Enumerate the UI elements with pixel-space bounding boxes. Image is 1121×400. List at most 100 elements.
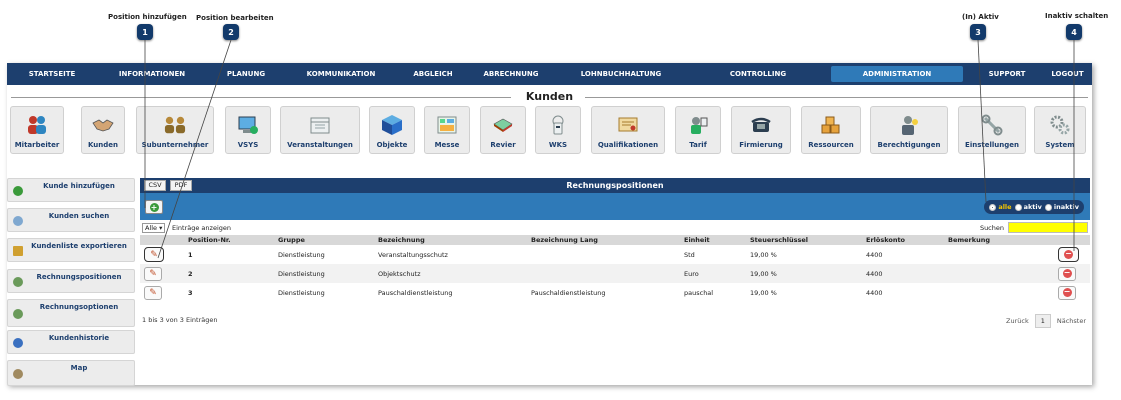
divider — [585, 97, 1088, 98]
list-icon — [13, 277, 23, 287]
callout-badge-3: 3 — [970, 24, 986, 40]
edit-button[interactable]: ✎ — [144, 247, 164, 262]
nav-logout[interactable]: LOGOUT — [1045, 63, 1090, 85]
column-header[interactable]: Bezeichnung — [374, 235, 527, 245]
table-info: 1 bis 3 von 3 Einträgen — [142, 316, 218, 324]
tile-wks[interactable]: WKS — [535, 106, 581, 154]
add-position-button[interactable]: + — [145, 200, 163, 214]
sidebar-item-kunde-hinzufuegen[interactable]: Kunde hinzufügen — [7, 178, 135, 202]
sidebar-item-map[interactable]: Map — [7, 360, 135, 386]
tile-label: Subunternehmer — [141, 141, 209, 149]
cube-icon — [381, 114, 403, 136]
pagination: Zurück 1 Nächster — [1006, 314, 1086, 328]
cell-bezeichnung: Pauschaldienstleistung — [378, 288, 453, 297]
tile-subunternehmer[interactable]: Subunternehmer — [136, 106, 214, 154]
tile-ressourcen[interactable]: Ressourcen — [801, 106, 861, 154]
nav-kommunikation[interactable]: KOMMUNIKATION — [285, 63, 397, 85]
cell-einheit: Std — [684, 250, 695, 259]
tile-label: Kunden — [87, 141, 118, 149]
tile-label: WKS — [548, 141, 568, 149]
tile-system[interactable]: System — [1034, 106, 1086, 154]
edit-cell: ✎ — [140, 283, 184, 302]
sidebar-item-rechnungspositionen[interactable]: Rechnungspositionen — [7, 269, 135, 293]
sidebar-item-label: Kunden suchen — [48, 212, 110, 220]
tile-kunden[interactable]: Kunden — [81, 106, 125, 154]
tile-qualifikationen[interactable]: Qualifikationen — [591, 106, 665, 154]
tile-mitarbeiter[interactable]: Mitarbeiter — [10, 106, 64, 154]
table-controls: Alle ▾ Einträge anzeigen Suchen — [140, 222, 1090, 234]
positions-table: Position-Nr. Gruppe Bezeichnung Bezeichn… — [140, 235, 1090, 302]
deactivate-button[interactable]: − — [1058, 247, 1079, 262]
nav-informationen[interactable]: INFORMATIONEN — [97, 63, 207, 85]
cell-nr: 3 — [188, 288, 193, 297]
tile-revier[interactable]: Revier — [480, 106, 526, 154]
table-row: ✎ 1 Dienstleistung Veranstaltungsschutz … — [140, 245, 1090, 264]
panel-header: CSV PDF Rechnungspositionen — [140, 178, 1090, 193]
cell-einheit: pauschal — [684, 288, 714, 297]
next-page-button[interactable]: Nächster — [1057, 317, 1086, 325]
cell-steuer: 19,00 % — [750, 250, 777, 259]
radio-icon — [1044, 203, 1052, 211]
filter-inaktiv[interactable]: inaktiv — [1044, 203, 1079, 211]
page-length-label: Einträge anzeigen — [172, 224, 231, 232]
page-button[interactable]: 1 — [1034, 314, 1051, 328]
sidebar-item-rechnungsoptionen[interactable]: Rechnungsoptionen — [7, 299, 135, 327]
column-header[interactable]: Bemerkung — [944, 235, 1054, 245]
nav-abrechnung[interactable]: ABRECHNUNG — [469, 63, 553, 85]
cell-gruppe: Dienstleistung — [278, 288, 325, 297]
tile-veranstaltungen[interactable]: Veranstaltungen — [280, 106, 360, 154]
nav-support[interactable]: SUPPORT — [969, 63, 1045, 85]
cell-bemerkung — [944, 264, 1054, 283]
filter-alle[interactable]: alle — [989, 203, 1012, 211]
sidebar-item-kunden-suchen[interactable]: Kunden suchen — [7, 208, 135, 232]
edit-button[interactable]: ✎ — [144, 285, 162, 300]
deactivate-button[interactable]: − — [1058, 285, 1076, 300]
column-header[interactable]: Bezeichnung Lang — [527, 235, 680, 245]
tile-label: Revier — [490, 141, 516, 149]
tile-objekte[interactable]: Objekte — [369, 106, 415, 154]
search-input[interactable] — [1008, 222, 1088, 233]
callout-label-2: Position bearbeiten — [196, 14, 274, 22]
nav-abgleich[interactable]: ABGLEICH — [397, 63, 469, 85]
tile-berechtigungen[interactable]: Berechtigungen — [870, 106, 948, 154]
cell-bemerkung — [944, 283, 1054, 302]
page-length-select[interactable]: Alle ▾ — [142, 223, 166, 233]
filter-label: alle — [998, 203, 1012, 211]
computer-icon — [237, 114, 259, 136]
gears-icon — [1049, 114, 1071, 136]
deactivate-button[interactable]: − — [1058, 266, 1076, 281]
tile-label: Veranstaltungen — [287, 141, 353, 149]
sidebar-item-kundenhistorie[interactable]: Kundenhistorie — [7, 330, 135, 354]
column-header[interactable]: Erlöskonto — [862, 235, 944, 245]
column-header[interactable]: Gruppe — [274, 235, 374, 245]
nav-startseite[interactable]: STARTSEITE — [7, 63, 97, 85]
column-header[interactable]: Steuerschlüssel — [746, 235, 862, 245]
nav-planung[interactable]: PLANUNG — [207, 63, 285, 85]
nav-administration[interactable]: ADMINISTRATION — [831, 66, 963, 82]
tile-messe[interactable]: Messe — [424, 106, 470, 154]
tile-firmierung[interactable]: Firmierung — [731, 106, 791, 154]
table-footer: 1 bis 3 von 3 Einträgen Zurück 1 Nächste… — [140, 314, 1090, 328]
tile-label: Qualifikationen — [597, 141, 659, 149]
tile-label: Tarif — [689, 141, 707, 149]
prev-page-button[interactable]: Zurück — [1006, 317, 1029, 325]
column-header[interactable]: Einheit — [680, 235, 746, 245]
sidebar-item-kundenliste-exportieren[interactable]: Kundenliste exportieren — [7, 238, 135, 262]
tile-tarif[interactable]: Tarif — [675, 106, 721, 154]
boxes-icon — [820, 114, 842, 136]
tile-einstellungen[interactable]: Einstellungen — [958, 106, 1026, 154]
edit-button[interactable]: ✎ — [144, 266, 162, 281]
guard-tour-icon — [547, 114, 569, 136]
tile-label: Einstellungen — [965, 141, 1019, 149]
delete-cell: − — [1054, 245, 1090, 264]
map-pin-icon — [13, 369, 23, 379]
tile-vsys[interactable]: VSYS — [225, 106, 271, 154]
cell-bezeichnung-lang — [527, 245, 680, 264]
nav-controlling[interactable]: CONTROLLING — [689, 63, 827, 85]
nav-lohnbuchhaltung[interactable]: LOHNBUCHHALTUNG — [553, 63, 689, 85]
filter-label: aktiv — [1023, 203, 1042, 211]
export-icon — [13, 246, 23, 256]
filter-aktiv[interactable]: aktiv — [1014, 203, 1042, 211]
column-header[interactable]: Position-Nr. — [184, 235, 274, 245]
tile-label: Ressourcen — [808, 141, 854, 149]
